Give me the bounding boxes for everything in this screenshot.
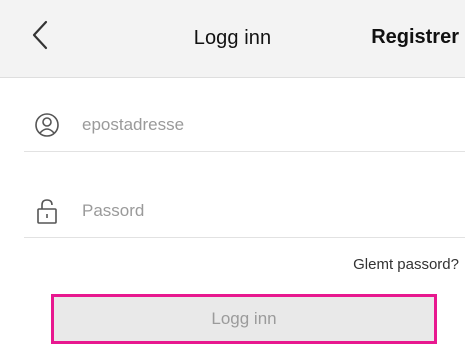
password-field[interactable] <box>82 198 442 224</box>
login-button[interactable]: Logg inn <box>51 294 437 344</box>
user-circle-icon <box>35 113 59 137</box>
password-row <box>24 188 465 238</box>
email-field[interactable] <box>82 112 442 138</box>
forgot-password-link[interactable]: Glemt passord? <box>353 256 459 273</box>
register-link[interactable]: Registrer <box>371 26 459 49</box>
login-screen: Logg inn Registrer Glemt passord? Logg i… <box>0 0 465 349</box>
top-bar: Logg inn Registrer <box>0 0 465 78</box>
email-row <box>24 102 465 152</box>
login-button-label: Logg inn <box>211 309 277 328</box>
lock-icon <box>37 199 57 224</box>
